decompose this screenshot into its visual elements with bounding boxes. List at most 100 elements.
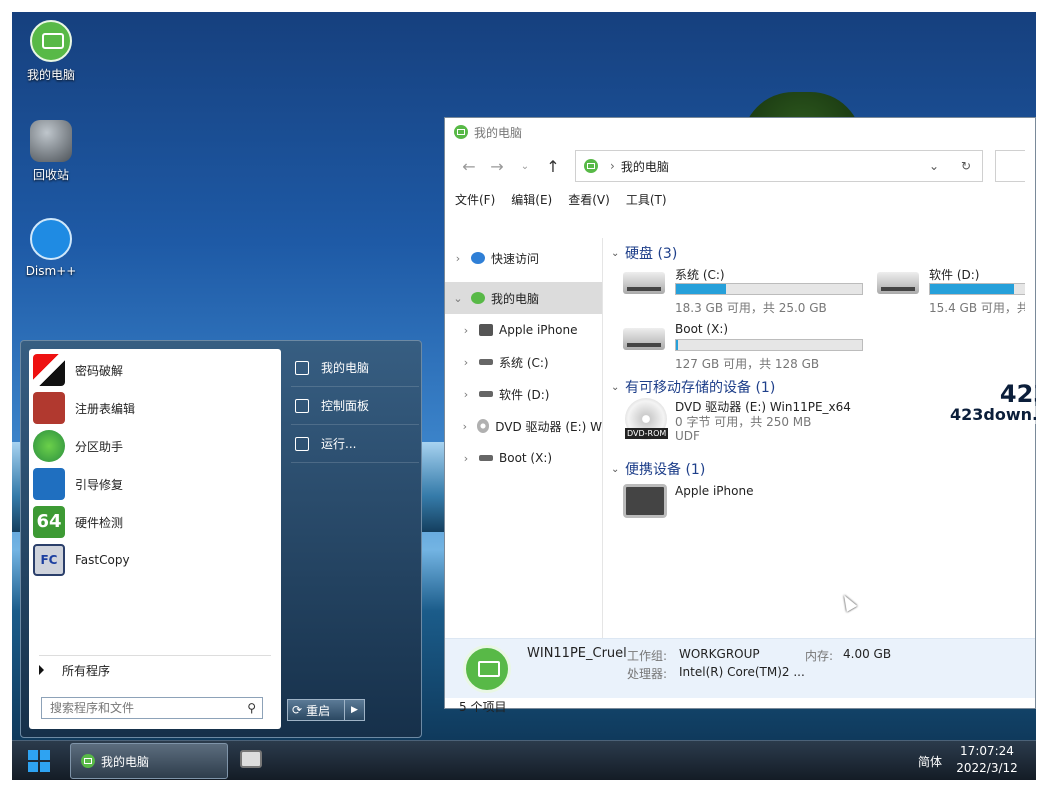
navigation-pane: › 快速访问 ⌄ 我的电脑 › Apple iPhone › 系统 (C:) ›… bbox=[445, 238, 603, 638]
fastcopy-icon: FC bbox=[33, 544, 65, 576]
menu-edit[interactable]: 编辑(E) bbox=[511, 191, 552, 208]
forward-button[interactable]: → bbox=[483, 157, 511, 176]
chevron-right-icon[interactable]: › bbox=[453, 420, 477, 433]
program-fastcopy[interactable]: FC FastCopy bbox=[29, 541, 281, 579]
up-button[interactable]: ↑ bbox=[539, 157, 567, 176]
registry-icon bbox=[33, 392, 65, 424]
explorer-body: › 快速访问 ⌄ 我的电脑 › Apple iPhone › 系统 (C:) ›… bbox=[445, 238, 1035, 638]
navigation-bar: ← → ⌄ ↑ › 我的电脑 ⌄ ↻ bbox=[445, 146, 1035, 186]
menu-view[interactable]: 查看(V) bbox=[568, 191, 610, 208]
start-link-my-computer[interactable]: 我的电脑 bbox=[291, 349, 419, 387]
program-partition-assistant[interactable]: 分区助手 bbox=[29, 427, 281, 465]
restart-options-arrow[interactable]: ▶ bbox=[345, 699, 365, 721]
taskbar: 我的电脑 简体 17:07:24 2022/3/12 bbox=[12, 740, 1036, 780]
drive-size: 15.4 GB 可用，共 2 bbox=[929, 301, 1025, 315]
all-programs-button[interactable]: 所有程序 bbox=[39, 655, 271, 679]
refresh-icon[interactable]: ↻ bbox=[950, 159, 982, 173]
start-link-control-panel[interactable]: 控制面板 bbox=[291, 387, 419, 425]
start-link-run[interactable]: 运行... bbox=[291, 425, 419, 463]
phone-icon bbox=[479, 324, 493, 336]
drive-name: 软件 (D:) bbox=[929, 268, 980, 282]
hard-disk-icon bbox=[623, 272, 665, 294]
program-password-crack[interactable]: 密码破解 bbox=[29, 351, 281, 389]
chevron-down-icon[interactable]: ⌄ bbox=[918, 159, 950, 173]
chevron-right-icon[interactable]: › bbox=[453, 324, 479, 337]
clock[interactable]: 17:07:24 2022/3/12 bbox=[952, 743, 1022, 777]
watermark-logo: 423 bbox=[999, 380, 1036, 408]
menu-bar: 文件(F) 编辑(E) 查看(V) 工具(T) bbox=[445, 186, 1035, 212]
workgroup-label: 工作组: bbox=[627, 649, 668, 663]
computer-icon bbox=[81, 754, 95, 768]
drive-usage-fill bbox=[930, 284, 1014, 294]
memory-value: 4.00 GB bbox=[843, 647, 892, 661]
input-method-indicator[interactable]: 简体 bbox=[918, 753, 942, 770]
chevron-down-icon: ⌄ bbox=[611, 381, 620, 393]
restart-label: 重启 bbox=[306, 703, 331, 718]
all-programs-label: 所有程序 bbox=[62, 664, 111, 678]
nav-label: DVD 驱动器 (E:) W bbox=[495, 419, 602, 434]
desktop-icon-recycle-bin[interactable]: 回收站 bbox=[16, 120, 86, 183]
desktop-icon-my-computer[interactable]: 我的电脑 bbox=[16, 20, 86, 83]
drive-tile-c[interactable]: 系统 (C:) 18.3 GB 可用，共 25.0 GB bbox=[611, 264, 863, 316]
nav-item-apple-iphone[interactable]: › Apple iPhone bbox=[445, 314, 602, 346]
computer-icon bbox=[295, 360, 309, 375]
screenshot-tool-icon[interactable] bbox=[240, 750, 262, 768]
start-button[interactable] bbox=[28, 750, 50, 772]
chevron-down-icon[interactable]: ⌄ bbox=[445, 292, 471, 305]
program-hardware-detect[interactable]: 64 硬件检测 bbox=[29, 503, 281, 541]
desktop: 我的电脑 回收站 Dism++ 我的电脑 ← → ⌄ ↑ › 我的电脑 ⌄ ↻ bbox=[12, 12, 1036, 780]
group-header-hdd[interactable]: ⌄ 硬盘 (3) bbox=[611, 242, 1035, 264]
hardware-icon: 64 bbox=[33, 506, 65, 538]
chevron-right-icon[interactable]: › bbox=[453, 452, 479, 465]
nav-item-quick-access[interactable]: › 快速访问 bbox=[445, 242, 602, 274]
nav-item-my-computer[interactable]: ⌄ 我的电脑 bbox=[445, 282, 602, 314]
nav-item-boot-x[interactable]: › Boot (X:) bbox=[445, 442, 602, 474]
start-menu-programs: 密码破解 注册表编辑 分区助手 引导修复 64 硬件检测 FC FastCopy bbox=[29, 349, 281, 729]
desktop-icon-dism[interactable]: Dism++ bbox=[16, 218, 86, 278]
recent-locations-button[interactable]: ⌄ bbox=[511, 161, 539, 172]
restart-button[interactable]: ⟳ 重启 bbox=[287, 699, 345, 721]
recycle-bin-icon bbox=[30, 120, 72, 162]
taskbar-item-my-computer[interactable]: 我的电脑 bbox=[70, 743, 228, 779]
program-label: 硬件检测 bbox=[75, 515, 124, 530]
menu-tools[interactable]: 工具(T) bbox=[626, 191, 667, 208]
start-search-input[interactable]: 搜索程序和文件 ⚲ bbox=[41, 697, 263, 719]
disk-icon bbox=[479, 359, 493, 365]
device-tile-iphone[interactable]: Apple iPhone bbox=[611, 482, 861, 534]
group-title: 硬盘 (3) bbox=[625, 246, 678, 262]
drive-tile-x[interactable]: Boot (X:) 127 GB 可用，共 128 GB bbox=[611, 320, 863, 372]
chevron-right-icon[interactable]: › bbox=[453, 388, 479, 401]
nav-item-dvd-e[interactable]: › DVD 驱动器 (E:) W bbox=[445, 410, 602, 442]
drive-usage-fill bbox=[676, 284, 727, 294]
group-header-removable[interactable]: ⌄ 有可移动存储的设备 (1) bbox=[611, 376, 775, 398]
group-header-portable[interactable]: ⌄ 便携设备 (1) bbox=[611, 458, 705, 480]
search-input[interactable] bbox=[995, 150, 1025, 182]
computer-name: WIN11PE_Cruel bbox=[527, 646, 627, 661]
menu-file[interactable]: 文件(F) bbox=[455, 191, 495, 208]
program-boot-repair[interactable]: 引导修复 bbox=[29, 465, 281, 503]
chevron-right-icon[interactable]: › bbox=[445, 252, 471, 265]
drive-tile-d[interactable]: 软件 (D:) 15.4 GB 可用，共 2 bbox=[865, 264, 1025, 316]
breadcrumb: 我的电脑 bbox=[620, 159, 669, 174]
program-registry-editor[interactable]: 注册表编辑 bbox=[29, 389, 281, 427]
desktop-icon-label: Dism++ bbox=[25, 264, 77, 278]
chevron-right-icon[interactable]: › bbox=[453, 356, 479, 369]
address-bar[interactable]: › 我的电脑 ⌄ ↻ bbox=[575, 150, 983, 182]
star-icon bbox=[471, 252, 485, 264]
drive-size: 18.3 GB 可用，共 25.0 GB bbox=[675, 301, 827, 315]
computer-icon bbox=[584, 159, 598, 173]
search-icon[interactable]: ⚲ bbox=[247, 698, 256, 718]
back-button[interactable]: ← bbox=[455, 157, 483, 176]
control-panel-icon bbox=[295, 398, 309, 413]
link-label: 运行... bbox=[321, 437, 357, 451]
nav-item-drive-d[interactable]: › 软件 (D:) bbox=[445, 378, 602, 410]
nav-item-drive-c[interactable]: › 系统 (C:) bbox=[445, 346, 602, 378]
nav-label: Apple iPhone bbox=[499, 323, 578, 337]
search-placeholder: 搜索程序和文件 bbox=[50, 701, 135, 715]
title-bar[interactable]: 我的电脑 bbox=[445, 118, 1035, 146]
desktop-icon-label: 我的电脑 bbox=[26, 68, 75, 82]
drive-tile-dvd[interactable]: DVD-ROM DVD 驱动器 (E:) Win11PE_x64 0 字节 可用… bbox=[611, 396, 861, 448]
taskbar-item-label: 我的电脑 bbox=[101, 754, 150, 769]
explorer-window: 我的电脑 ← → ⌄ ↑ › 我的电脑 ⌄ ↻ 文件(F) 编辑(E) 查看(V… bbox=[444, 117, 1036, 714]
chevron-down-icon: ⌄ bbox=[611, 247, 620, 259]
